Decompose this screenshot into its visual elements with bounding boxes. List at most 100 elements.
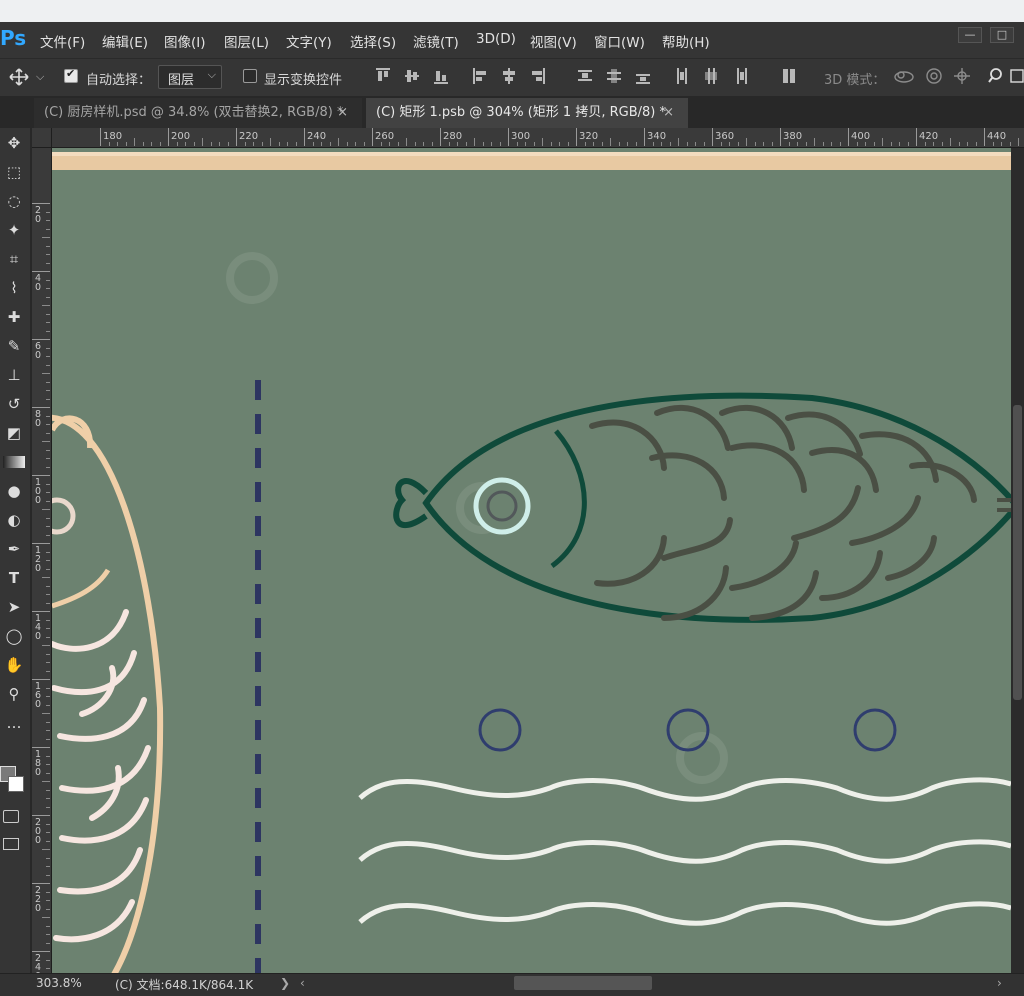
crop-tool-icon[interactable]: ⌗ [3, 249, 25, 269]
menu-type[interactable]: 文字(Y) [286, 31, 332, 51]
ruler-minor-tick [42, 509, 50, 510]
align-right-icon[interactable] [531, 68, 545, 84]
menu-image[interactable]: 图像(I) [164, 31, 206, 51]
ruler-minor-tick [46, 279, 50, 281]
eraser-tool-icon[interactable]: ◩ [3, 423, 25, 443]
auto-select-checkbox[interactable] [64, 67, 78, 83]
magic-wand-tool-icon[interactable]: ✦ [3, 220, 25, 240]
align-left-icon[interactable] [473, 68, 487, 84]
scroll-left-icon[interactable]: ‹ [300, 976, 305, 990]
ruler-minor-tick [295, 142, 297, 146]
type-tool-icon[interactable]: T [3, 568, 25, 588]
align-top-icon[interactable] [376, 68, 390, 84]
ruler-label: 60 [35, 341, 42, 361]
ruler-minor-tick [46, 857, 50, 859]
ruler-tick [32, 679, 50, 680]
healing-tool-icon[interactable]: ✚ [3, 307, 25, 327]
auto-select-target-dropdown[interactable]: 图层 ⌵ [158, 65, 222, 89]
tool-preset-chevron-icon[interactable]: ⌵ [36, 70, 44, 84]
ruler-minor-tick [389, 142, 390, 146]
show-transform-checkbox[interactable] [243, 69, 257, 83]
menu-3d[interactable]: 3D(D) [476, 31, 516, 47]
lasso-tool-icon[interactable]: ◌ [3, 191, 25, 211]
quick-mask-icon[interactable] [3, 810, 19, 823]
distribute-bottom-icon[interactable] [636, 68, 650, 84]
ruler-tick [508, 128, 509, 146]
menu-file[interactable]: 文件(F) [40, 31, 85, 51]
align-bottom-icon[interactable] [434, 68, 448, 84]
distribute-left-icon[interactable] [675, 68, 689, 84]
hand-tool-icon[interactable]: ✋ [3, 655, 25, 675]
move-tool-icon[interactable] [8, 68, 30, 86]
distribute-hcenter-icon[interactable] [704, 68, 718, 84]
ruler-minor-tick [46, 687, 50, 689]
menu-filter[interactable]: 滤镜(T) [413, 31, 459, 51]
right-fish [393, 392, 1011, 623]
stamp-tool-icon[interactable]: ⊥ [3, 365, 25, 385]
gradient-tool-icon[interactable] [3, 456, 25, 468]
pen-tool-icon[interactable]: ✒ [3, 539, 25, 559]
horizontal-scroll-thumb[interactable] [514, 976, 652, 990]
restore-button[interactable]: □ [990, 27, 1014, 43]
scroll-right-icon[interactable]: › [997, 976, 1002, 990]
menu-select[interactable]: 选择(S) [350, 31, 396, 51]
menu-edit[interactable]: 编辑(E) [102, 31, 148, 51]
align-vcenter-icon[interactable] [405, 68, 419, 84]
menu-window[interactable]: 窗口(W) [594, 31, 645, 51]
ruler-origin[interactable] [32, 128, 52, 148]
ruler-minor-tick [46, 466, 50, 468]
align-hcenter-icon[interactable] [502, 68, 516, 84]
marquee-tool-icon[interactable]: ⬚ [3, 162, 25, 182]
distribute-top-icon[interactable] [578, 68, 592, 84]
ruler-minor-tick [159, 142, 161, 146]
auto-align-icon[interactable] [782, 68, 796, 84]
ruler-tick [32, 475, 50, 476]
tab-kitchen-mockup[interactable]: (C) 厨房样机.psd @ 34.8% (双击替换2, RGB/8) * × [34, 98, 362, 128]
ruler-minor-tick [46, 534, 50, 536]
document-canvas[interactable] [52, 148, 1011, 973]
screen-mode-icon[interactable] [3, 838, 19, 850]
vertical-scroll-thumb[interactable] [1013, 405, 1022, 700]
distribute-vcenter-icon[interactable] [607, 68, 621, 84]
menu-layer[interactable]: 图层(L) [224, 31, 269, 51]
menu-help[interactable]: 帮助(H) [662, 31, 710, 51]
ruler-minor-tick [46, 840, 50, 842]
brush-tool-icon[interactable]: ✎ [3, 336, 25, 356]
path-select-tool-icon[interactable]: ➤ [3, 597, 25, 617]
3d-roll-icon[interactable] [924, 67, 944, 85]
background-color-swatch[interactable] [8, 776, 24, 792]
ruler-minor-tick [46, 594, 50, 595]
ruler-minor-tick [329, 142, 331, 146]
menu-view[interactable]: 视图(V) [530, 31, 577, 51]
eyedropper-tool-icon[interactable]: ⌇ [3, 278, 25, 298]
ellipse-tool-icon[interactable]: ◯ [3, 626, 25, 646]
ruler-minor-tick [46, 798, 50, 799]
ruler-minor-tick [42, 781, 50, 782]
workspace-icon[interactable] [1010, 67, 1024, 85]
3d-orbit-icon[interactable] [893, 67, 915, 85]
3d-pan-icon[interactable] [952, 67, 972, 85]
zoom-level[interactable]: 303.8% [36, 976, 82, 990]
ruler-minor-tick [788, 142, 790, 146]
ruler-label: 300 [511, 131, 531, 142]
move-tool-icon[interactable]: ✥ [3, 133, 25, 153]
tab-rectangle-psb[interactable]: (C) 矩形 1.psb @ 304% (矩形 1 拷贝, RGB/8) * × [366, 98, 688, 128]
ruler-tick [168, 128, 169, 146]
status-menu-arrow-icon[interactable]: ❯ [280, 976, 290, 990]
ruler-minor-tick [737, 142, 739, 146]
history-brush-tool-icon[interactable]: ↺ [3, 394, 25, 414]
dodge-tool-icon[interactable]: ◐ [3, 510, 25, 530]
distribute-right-icon[interactable] [733, 68, 747, 84]
more-tools-icon[interactable]: … [3, 713, 25, 733]
horizontal-ruler[interactable]: 180 200 220 240 260 280 300 320 340 360 380 400 420 4… [32, 128, 1024, 148]
ruler-tick [236, 128, 237, 146]
zoom-tool-icon[interactable]: ⚲ [3, 684, 25, 704]
close-icon[interactable]: × [663, 98, 674, 128]
search-icon[interactable] [988, 67, 1006, 85]
vertical-ruler[interactable]: 20 40 60 80 100 120 140 160 180 200 220 240 [32, 147, 52, 973]
ruler-minor-tick [46, 934, 50, 935]
minimize-button[interactable]: — [958, 27, 982, 43]
blur-tool-icon[interactable]: ● [3, 481, 25, 501]
ruler-label: 120 [35, 545, 42, 574]
close-icon[interactable]: × [337, 98, 348, 128]
